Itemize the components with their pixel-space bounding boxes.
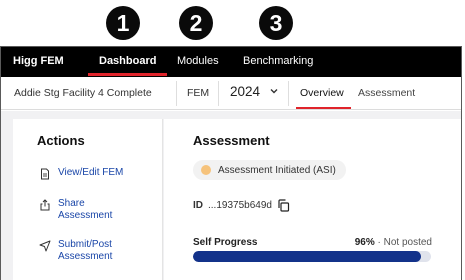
nav-dashboard[interactable]: Dashboard	[99, 55, 156, 67]
facility-bar: Addie Stg Facility 4 Complete FEM 2024 O…	[1, 77, 461, 110]
submit-post-assessment-label: Submit/Post Assessment	[58, 239, 112, 263]
assessment-card: Assessment Assessment Initiated (ASI) ID…	[164, 119, 461, 280]
module-name: FEM	[187, 87, 210, 99]
label-line: Assessment	[58, 210, 113, 221]
actions-card: Actions View/Edit FEM Share Assessment S…	[13, 119, 163, 280]
top-nav: Higg FEM Dashboard Modules Benchmarking	[1, 47, 461, 77]
label-line: View/Edit FEM	[58, 167, 124, 178]
divider	[218, 81, 219, 106]
chevron-down-icon[interactable]	[269, 86, 279, 96]
nav-modules[interactable]: Modules	[177, 55, 219, 67]
send-icon	[39, 240, 51, 252]
tab-overview[interactable]: Overview	[300, 87, 344, 99]
copy-icon[interactable]	[277, 199, 290, 212]
label-line: Submit/Post	[58, 239, 112, 250]
nav-active-indicator	[88, 73, 167, 76]
step-badge-1: 1	[106, 6, 140, 40]
progress-bar-fill	[193, 251, 422, 262]
step-badges: 1 2 3	[0, 0, 465, 45]
nav-benchmarking[interactable]: Benchmarking	[243, 55, 313, 67]
progress-bar	[193, 251, 431, 262]
step-badge-2: 2	[179, 6, 213, 40]
app-window: Higg FEM Dashboard Modules Benchmarking …	[0, 46, 462, 280]
progress-label: Self Progress	[193, 237, 258, 248]
progress-summary: 96% · Not posted	[355, 237, 432, 248]
share-assessment-link[interactable]: Share Assessment	[39, 198, 112, 222]
id-value: ...19375b649d	[208, 200, 272, 211]
view-edit-fem-label: View/Edit FEM	[58, 167, 123, 179]
content-area: Actions View/Edit FEM Share Assessment S…	[1, 111, 461, 280]
step-badge-3: 3	[259, 6, 293, 40]
actions-title: Actions	[37, 133, 85, 148]
facility-name: Addie Stg Facility 4 Complete	[14, 87, 152, 99]
tab-assessment[interactable]: Assessment	[358, 87, 415, 99]
status-dot-icon	[201, 165, 211, 175]
share-icon	[40, 199, 50, 211]
label-line: Share	[58, 198, 85, 209]
tab-active-indicator	[296, 107, 351, 109]
assessment-id-row: ID ...19375b649d	[193, 199, 290, 212]
view-edit-fem-link[interactable]: View/Edit FEM	[39, 167, 123, 180]
divider	[176, 81, 177, 106]
progress-status: Not posted	[383, 237, 432, 248]
submit-post-assessment-link[interactable]: Submit/Post Assessment	[39, 239, 112, 263]
share-assessment-label: Share Assessment	[58, 198, 112, 222]
status-badge: Assessment Initiated (ASI)	[193, 160, 346, 180]
divider	[288, 81, 289, 106]
brand-logo[interactable]: Higg FEM	[13, 55, 64, 67]
progress-separator: ·	[377, 237, 381, 248]
status-text: Assessment Initiated (ASI)	[218, 164, 336, 176]
id-label: ID	[193, 200, 203, 211]
document-icon	[41, 168, 49, 180]
label-line: Assessment	[58, 251, 113, 262]
progress-percent: 96%	[354, 237, 375, 248]
assessment-title: Assessment	[193, 133, 270, 148]
year-select[interactable]: 2024	[230, 84, 260, 99]
